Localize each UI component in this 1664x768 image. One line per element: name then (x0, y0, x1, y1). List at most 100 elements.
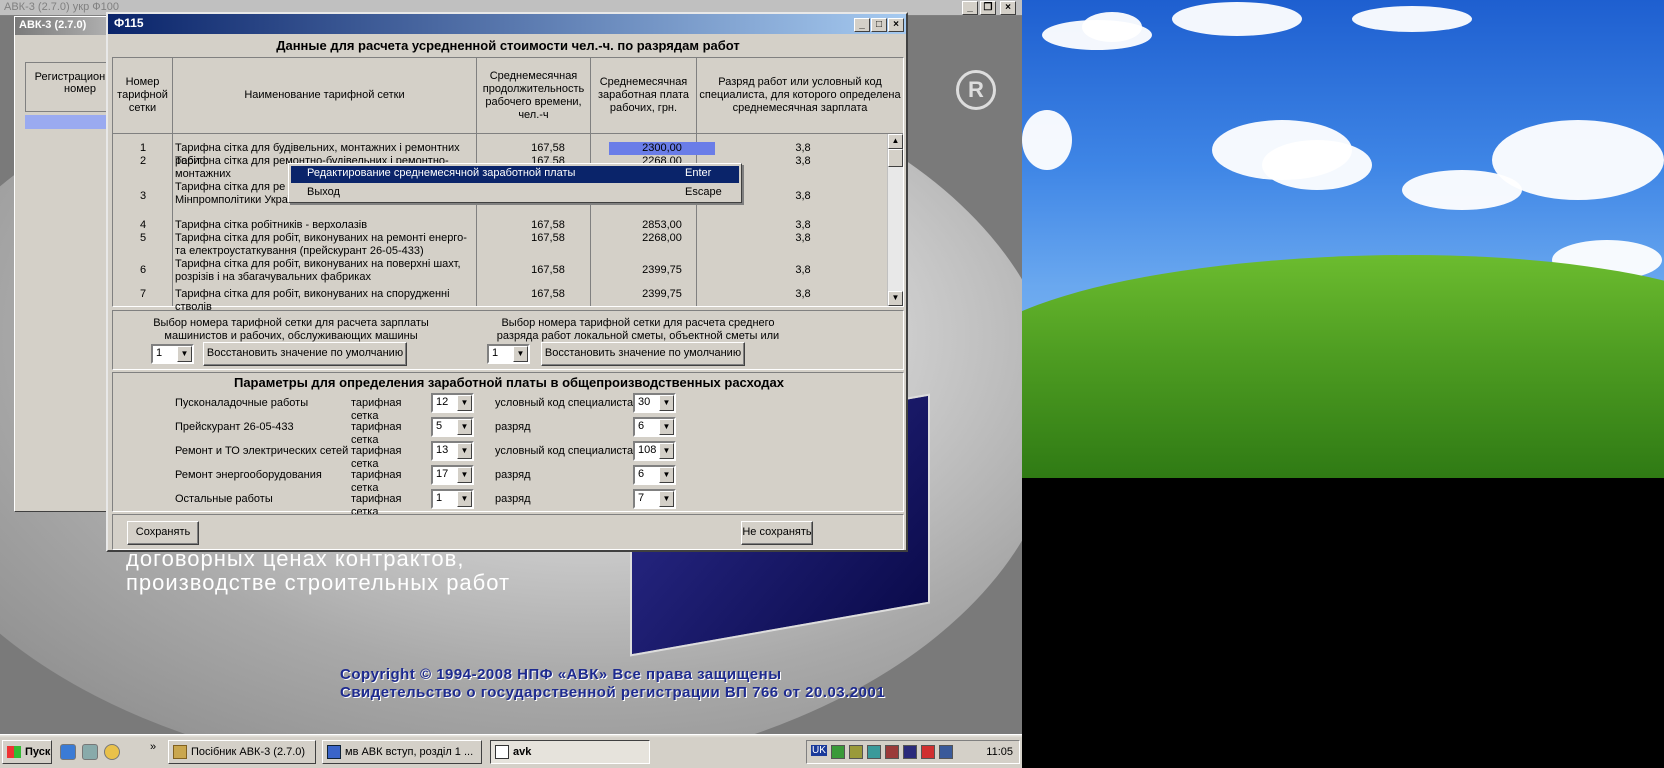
chevron-down-icon[interactable]: ▼ (457, 467, 472, 483)
menu-item-exit[interactable]: Выход Escape (291, 185, 739, 202)
task-word-doc[interactable]: мв АВК вступ, розділ 1 ... (322, 740, 482, 764)
param-code-dropdown[interactable]: 108 ▼ (633, 441, 676, 461)
param-code-label: разряд (495, 421, 531, 433)
table-scrollbar[interactable]: ▲ ▼ (887, 134, 903, 306)
col-header-duration: Среднемесячная продолжительность рабочег… (477, 58, 591, 134)
chevron-down-icon[interactable]: ▼ (659, 491, 674, 507)
tray-icon-1[interactable] (831, 745, 845, 759)
param-name: Пусконаладочные работы (175, 397, 309, 409)
chevron-down-icon[interactable]: ▼ (457, 491, 472, 507)
param-code-dropdown[interactable]: 6 ▼ (633, 417, 676, 437)
param-code-label: условный код специалиста (495, 445, 634, 457)
background-text-line2: производстве строительных работ (126, 570, 511, 595)
param-code-label: условный код специалиста (495, 397, 634, 409)
params-panel: Параметры для определения заработной пла… (112, 372, 904, 518)
chevron-down-icon[interactable]: ▼ (457, 395, 472, 411)
clock: 11:05 (986, 746, 1013, 758)
table-row[interactable]: 4 Тарифна сітка робітників - верхолазів … (113, 219, 887, 232)
select-left-dropdown[interactable]: 1 ▼ (151, 344, 194, 364)
task-posibnyk[interactable]: Посібник АВК-3 (2.7.0) (168, 740, 316, 764)
chevron-down-icon[interactable]: ▼ (659, 443, 674, 459)
col-header-rank: Разряд работ или условный код специалист… (697, 58, 903, 134)
close-icon[interactable]: × (888, 18, 904, 32)
tray-icon-2[interactable] (849, 745, 863, 759)
avk-icon (495, 745, 509, 759)
param-grid-dropdown[interactable]: 13 ▼ (431, 441, 474, 461)
restore-icon[interactable]: ❐ (980, 1, 996, 15)
chevron-down-icon[interactable]: ▼ (659, 467, 674, 483)
wallpaper-bliss (1022, 0, 1664, 478)
chevron-down-icon[interactable]: ▼ (659, 419, 674, 435)
param-grid-label: тарифная сетка (351, 445, 402, 470)
chevron-down-icon[interactable]: ▼ (177, 346, 192, 362)
taskbar: Пуск » Посібник АВК-3 (2.7.0) мв АВК вст… (0, 734, 1022, 768)
param-code-dropdown[interactable]: 30 ▼ (633, 393, 676, 413)
registered-mark: R (956, 70, 996, 110)
param-grid-dropdown[interactable]: 1 ▼ (431, 489, 474, 509)
select-left-label: Выбор номера тарифной сетки для расчета … (153, 317, 429, 342)
maximize-icon[interactable]: □ (871, 18, 887, 32)
tray-icon-5[interactable] (903, 745, 917, 759)
nosave-button[interactable]: Не сохранять (741, 521, 813, 545)
selected-salary-cell[interactable]: 2300,00 (609, 142, 715, 155)
tray-icon-7[interactable] (939, 745, 953, 759)
scroll-thumb[interactable] (888, 149, 903, 167)
select-right-dropdown[interactable]: 1 ▼ (487, 344, 530, 364)
chevron-right-icon[interactable]: » (150, 741, 156, 753)
task-avk[interactable]: avk (490, 740, 650, 764)
tray-icon-4[interactable] (885, 745, 899, 759)
param-code-label: разряд (495, 493, 531, 505)
close-icon[interactable]: × (1000, 1, 1016, 15)
scroll-up-icon[interactable]: ▲ (888, 134, 903, 149)
param-code-label: разряд (495, 469, 531, 481)
param-name: Прейскурант 26-05-433 (175, 421, 294, 433)
param-grid-label: тарифная сетка (351, 421, 402, 446)
table-row[interactable]: 5 Тарифна сітка для робіт, виконуваних н… (113, 232, 887, 258)
dialog-title-bar: Ф115 _ □ × (108, 14, 906, 34)
folder-icon (173, 745, 187, 759)
param-grid-dropdown[interactable]: 5 ▼ (431, 417, 474, 437)
button-panel: Сохранять Не сохранять (112, 514, 904, 550)
chevron-down-icon[interactable]: ▼ (659, 395, 674, 411)
ie-icon[interactable] (60, 744, 76, 760)
chevron-down-icon[interactable]: ▼ (457, 443, 472, 459)
params-heading: Параметры для определения заработной пла… (233, 375, 785, 390)
save-button[interactable]: Сохранять (127, 521, 199, 545)
param-code-dropdown[interactable]: 7 ▼ (633, 489, 676, 509)
table-row[interactable]: 1 Тарифна сітка для будівельних, монтажн… (113, 142, 887, 167)
word-icon (327, 745, 341, 759)
chevron-down-icon[interactable]: ▼ (513, 346, 528, 362)
minimize-icon[interactable]: _ (962, 1, 978, 15)
table-row[interactable]: 6 Тарифна сітка для робіт, виконуваних н… (113, 258, 887, 284)
param-grid-label: тарифная сетка (351, 469, 402, 494)
col-header-name: Наименование тарифной сетки (173, 58, 477, 134)
table-heading: Данные для расчета усредненной стоимости… (276, 38, 740, 53)
tray-icon-3[interactable] (867, 745, 881, 759)
col-header-no: Номер тарифной сетки (113, 58, 173, 134)
chevron-down-icon[interactable]: ▼ (457, 419, 472, 435)
chrome-icon[interactable] (104, 744, 120, 760)
copyright-text: Copyright © 1994-2008 НПФ «АВК» Все прав… (340, 666, 782, 683)
menu-item-edit-salary[interactable]: Редактирование среднемесячной заработной… (291, 166, 739, 183)
context-menu: Редактирование среднемесячной заработной… (288, 163, 742, 203)
explorer-icon[interactable] (82, 744, 98, 760)
desktop: R договорных ценах контрактов, производс… (0, 0, 1664, 768)
param-grid-dropdown[interactable]: 12 ▼ (431, 393, 474, 413)
language-indicator[interactable]: UK (811, 745, 827, 756)
param-grid-dropdown[interactable]: 17 ▼ (431, 465, 474, 485)
param-name: Ремонт энергооборудования (175, 469, 322, 481)
param-code-dropdown[interactable]: 6 ▼ (633, 465, 676, 485)
windows-flag-icon (7, 746, 21, 758)
col-header-salary: Среднемесячная заработная плата рабочих,… (591, 58, 697, 134)
start-button[interactable]: Пуск (2, 740, 52, 764)
selection-panel: Выбор номера тарифной сетки для расчета … (112, 310, 904, 370)
reset-right-button[interactable]: Восстановить значение по умолчанию (541, 342, 745, 366)
reset-left-button[interactable]: Восстановить значение по умолчанию (203, 342, 407, 366)
table-row[interactable]: 7 Тарифна сітка для робіт, виконуваних н… (113, 288, 887, 313)
scroll-down-icon[interactable]: ▼ (888, 291, 903, 306)
f115-dialog: Ф115 _ □ × Данные для расчета усредненной … (106, 12, 908, 552)
system-tray: UK 11:05 (806, 740, 1020, 764)
param-name: Остальные работы (175, 493, 273, 505)
minimize-icon[interactable]: _ (854, 18, 870, 32)
tray-icon-6[interactable] (921, 745, 935, 759)
